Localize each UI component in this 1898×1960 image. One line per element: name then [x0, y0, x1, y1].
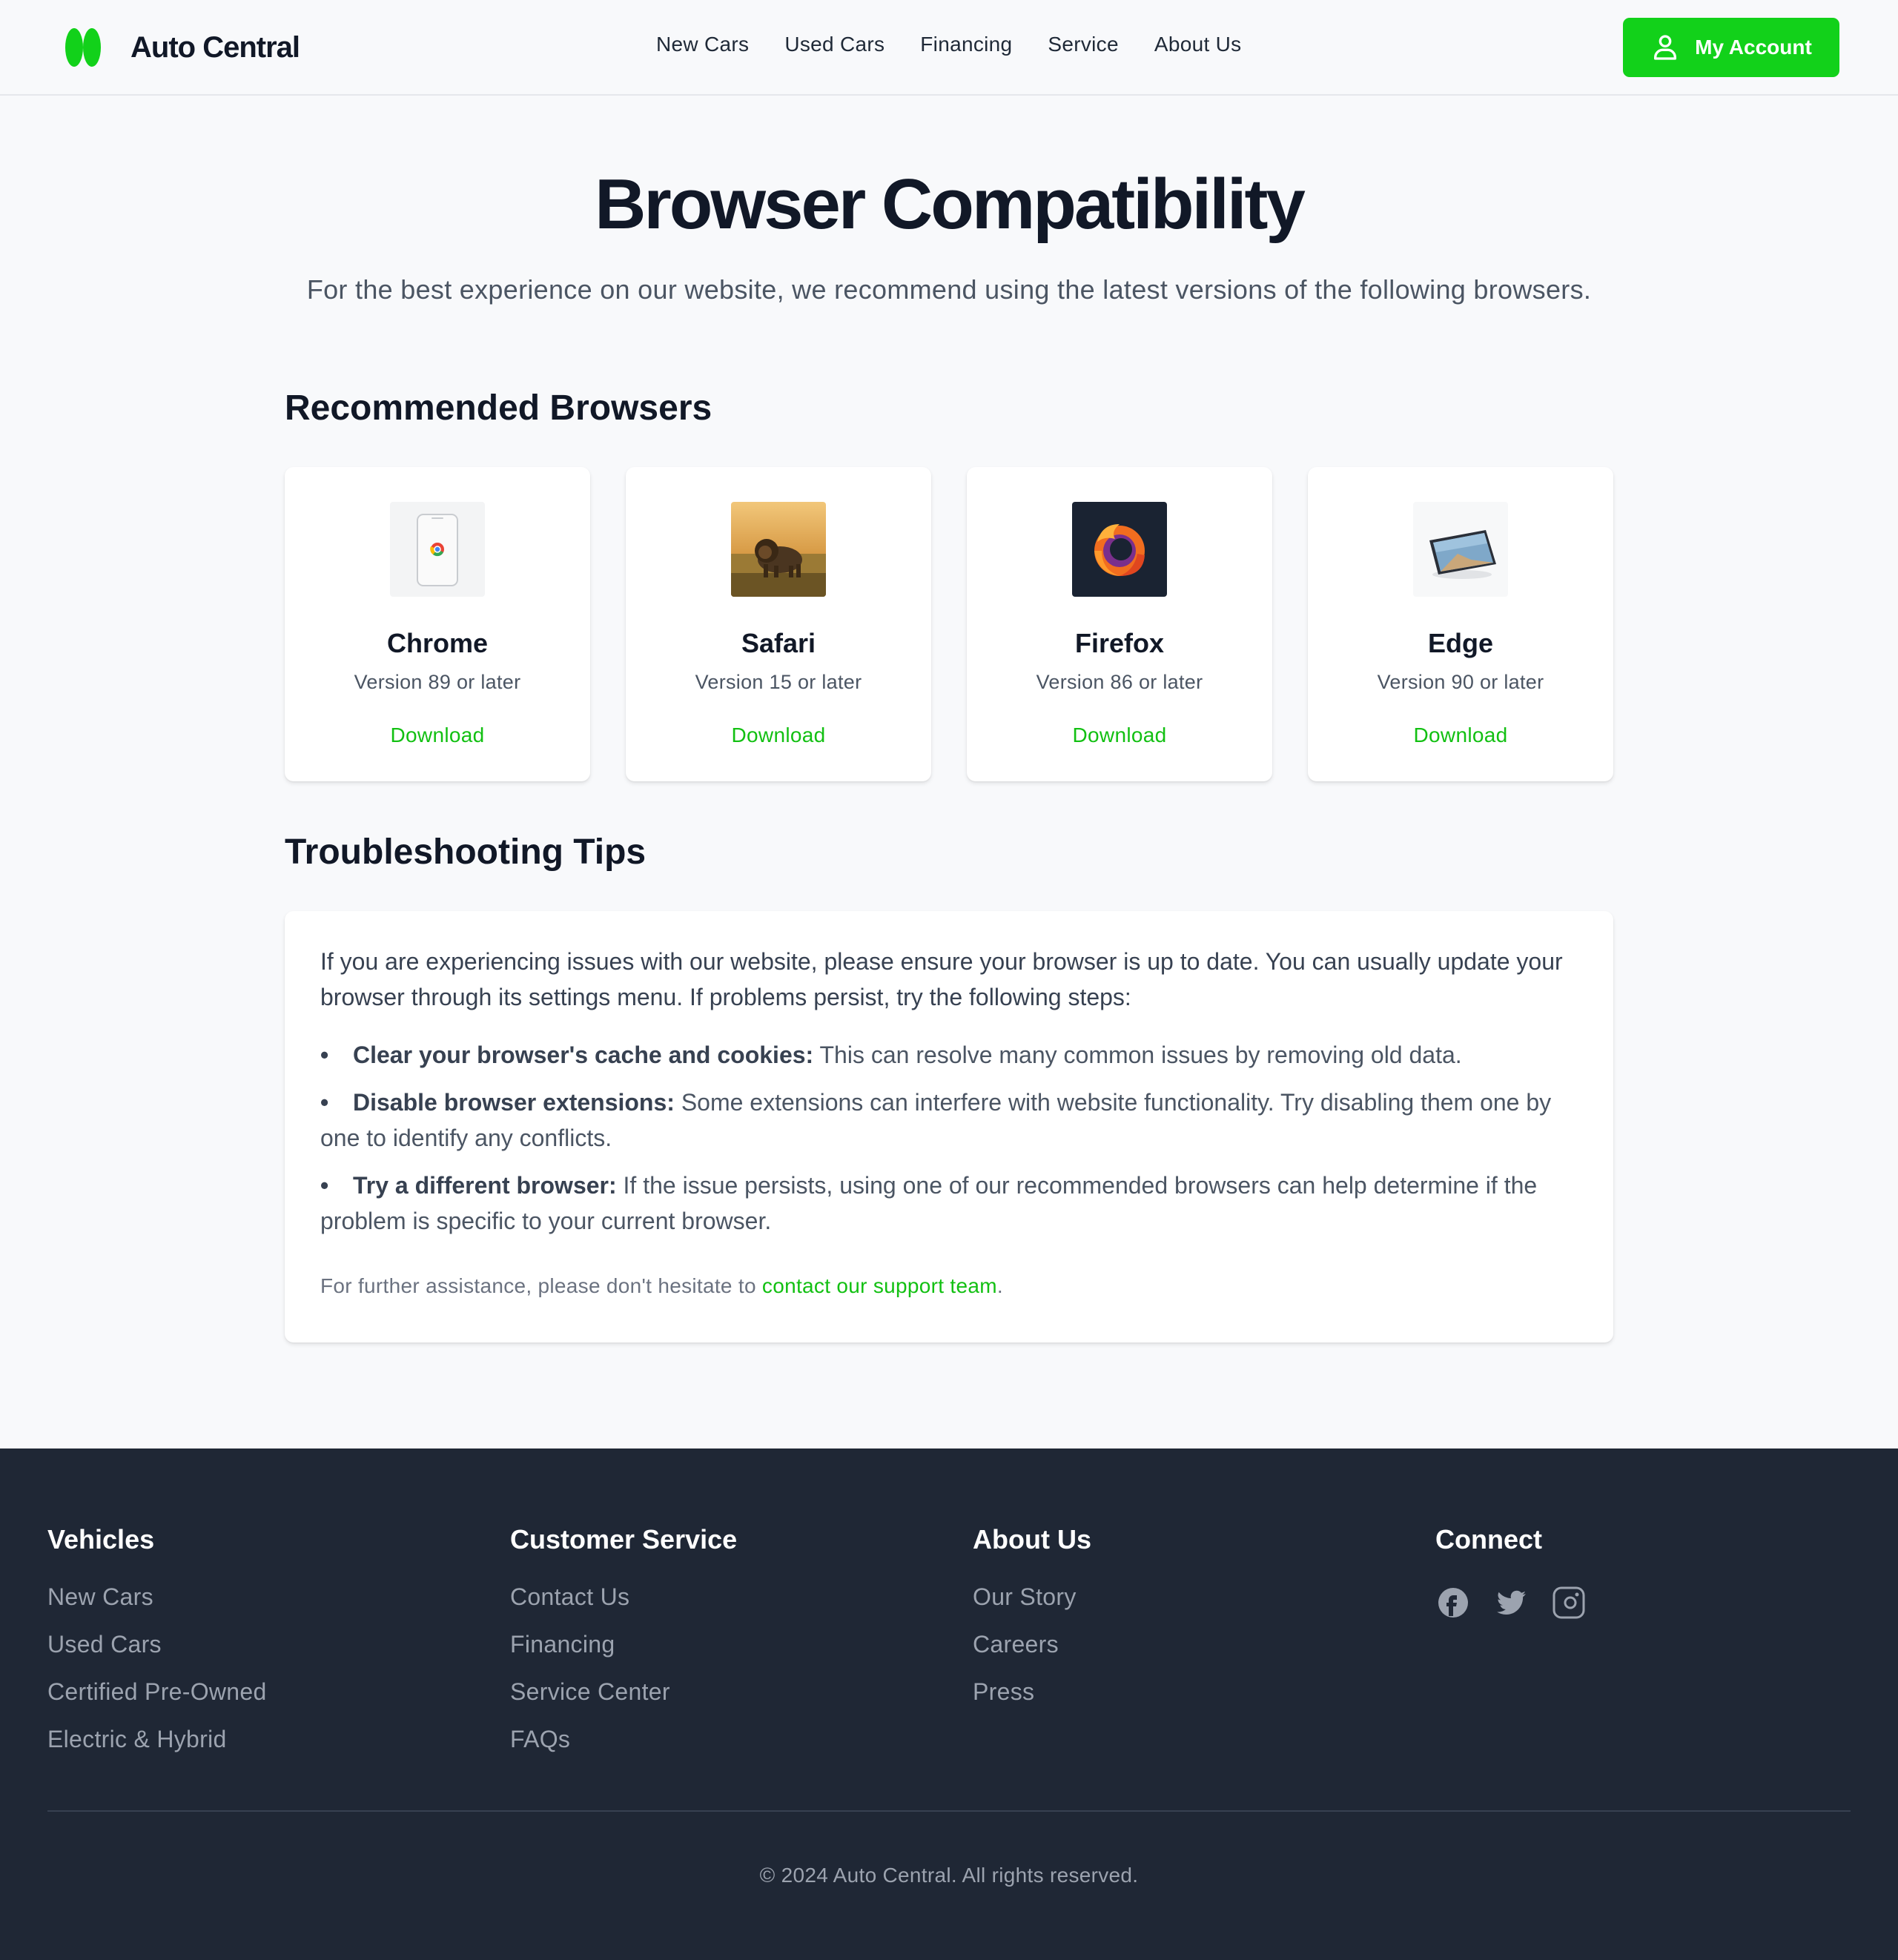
footer-column-vehicles: Vehicles New Cars Used Cars Certified Pr…	[47, 1524, 510, 1772]
nav-new-cars[interactable]: New Cars	[656, 33, 749, 56]
list-item: • Disable browser extensions: Some extens…	[320, 1085, 1578, 1156]
assist-prefix: For further assistance, please don't hes…	[320, 1274, 762, 1297]
hero: Browser Compatibility For the best exper…	[0, 96, 1898, 311]
bullet: •	[320, 1088, 329, 1116]
user-icon	[1654, 35, 1677, 60]
social-links	[1435, 1585, 1898, 1620]
download-edge-link[interactable]: Download	[1414, 724, 1508, 747]
footer-link-electric-hybrid[interactable]: Electric & Hybrid	[47, 1726, 227, 1752]
footer-link-careers[interactable]: Careers	[973, 1631, 1059, 1658]
footer-link-faqs[interactable]: FAQs	[510, 1726, 570, 1752]
browser-version: Version 89 or later	[354, 670, 521, 693]
download-firefox-link[interactable]: Download	[1073, 724, 1167, 747]
footer-link-service-center[interactable]: Service Center	[510, 1678, 670, 1705]
footer-heading: About Us	[973, 1524, 1091, 1555]
footer-link-contact-us[interactable]: Contact Us	[510, 1583, 629, 1610]
my-account-label: My Account	[1695, 36, 1812, 59]
browser-name: Safari	[741, 627, 816, 658]
footer-link-new-cars[interactable]: New Cars	[47, 1583, 153, 1610]
instagram-icon[interactable]	[1551, 1585, 1587, 1620]
browser-card-edge: Edge Version 90 or later Download	[1308, 466, 1613, 781]
browser-name: Chrome	[386, 627, 489, 658]
footer-link-certified-pre-owned[interactable]: Certified Pre-Owned	[47, 1678, 267, 1705]
footer-divider	[47, 1810, 1851, 1812]
contact-support-link[interactable]: contact our support team	[762, 1274, 997, 1297]
main-nav: New Cars Used Cars Financing Service Abo…	[656, 33, 1241, 56]
troubleshooting-heading: Troubleshooting Tips	[285, 832, 647, 872]
list-item: • Try a different browser: If the issue p…	[320, 1168, 1578, 1239]
nav-financing[interactable]: Financing	[920, 33, 1012, 56]
tips-list: • Clear your browser's cache and cookies:…	[320, 1037, 1578, 1239]
recommended-browsers-heading: Recommended Browsers	[285, 388, 712, 428]
browser-version: Version 90 or later	[1377, 670, 1544, 693]
download-safari-link[interactable]: Download	[732, 724, 826, 747]
main-content: Recommended Browsers Chrome Version 89 o…	[285, 388, 1613, 1342]
brand-logo[interactable]: Auto Central	[62, 27, 300, 68]
bullet: •	[320, 1041, 329, 1068]
firefox-image	[1072, 501, 1167, 597]
footer-column-connect: Connect	[1435, 1524, 1898, 1772]
edge-image	[1413, 501, 1508, 597]
footer-heading: Connect	[1435, 1524, 1542, 1555]
footer-link-used-cars[interactable]: Used Cars	[47, 1631, 162, 1658]
footer-column-customer-service: Customer Service Contact Us Financing Se…	[510, 1524, 973, 1772]
nav-used-cars[interactable]: Used Cars	[784, 33, 884, 56]
tip-title: Try a different browser:	[353, 1171, 617, 1199]
logo-icon	[65, 28, 101, 67]
browser-version: Version 15 or later	[695, 670, 862, 693]
my-account-button[interactable]: My Account	[1623, 18, 1839, 77]
browser-card-chrome: Chrome Version 89 or later Download	[285, 466, 590, 781]
browser-name: Edge	[1427, 627, 1493, 658]
browser-card-firefox: Firefox Version 86 or later Download	[967, 466, 1272, 781]
browser-card-safari: Safari Version 15 or later Download	[626, 466, 931, 781]
download-chrome-link[interactable]: Download	[391, 724, 485, 747]
browser-version: Version 86 or later	[1036, 670, 1203, 693]
site-header: Auto Central New Cars Used Cars Financin…	[0, 0, 1898, 96]
twitter-icon[interactable]	[1493, 1585, 1529, 1620]
footer-heading: Vehicles	[47, 1524, 155, 1555]
assist-suffix: .	[996, 1274, 1003, 1297]
chrome-image	[390, 501, 485, 597]
tip-title: Disable browser extensions:	[353, 1088, 675, 1116]
page-title: Browser Compatibility	[595, 165, 1306, 244]
footer-heading: Customer Service	[510, 1524, 738, 1555]
tip-title: Clear your browser's cache and cookies:	[353, 1041, 814, 1068]
footer-columns: Vehicles New Cars Used Cars Certified Pr…	[47, 1524, 1898, 1772]
troubleshooting-card: If you are experiencing issues with our …	[285, 910, 1613, 1342]
browser-name: Firefox	[1074, 627, 1165, 658]
troubleshooting-intro: If you are experiencing issues with our …	[320, 947, 1563, 1010]
list-item: • Clear your browser's cache and cookies:…	[320, 1037, 1578, 1073]
assistance-note: For further assistance, please don't hes…	[320, 1274, 1578, 1298]
bullet: •	[320, 1171, 329, 1199]
facebook-icon[interactable]	[1435, 1585, 1471, 1620]
nav-about-us[interactable]: About Us	[1154, 33, 1242, 56]
copyright: © 2024 Auto Central. All rights reserved…	[759, 1864, 1139, 1887]
footer-link-our-story[interactable]: Our Story	[973, 1583, 1077, 1610]
footer-link-press[interactable]: Press	[973, 1678, 1034, 1705]
page-subtitle: For the best experience on our website, …	[306, 274, 1592, 305]
site-footer: Vehicles New Cars Used Cars Certified Pr…	[0, 1449, 1898, 1960]
safari-image	[731, 501, 826, 597]
footer-column-about-us: About Us Our Story Careers Press	[973, 1524, 1435, 1772]
brand-name: Auto Central	[130, 30, 300, 64]
browser-cards: Chrome Version 89 or later Download Safa…	[285, 466, 1613, 781]
nav-service[interactable]: Service	[1048, 33, 1118, 56]
footer-link-financing[interactable]: Financing	[510, 1631, 615, 1658]
tip-text: This can resolve many common issues by r…	[813, 1041, 1462, 1068]
